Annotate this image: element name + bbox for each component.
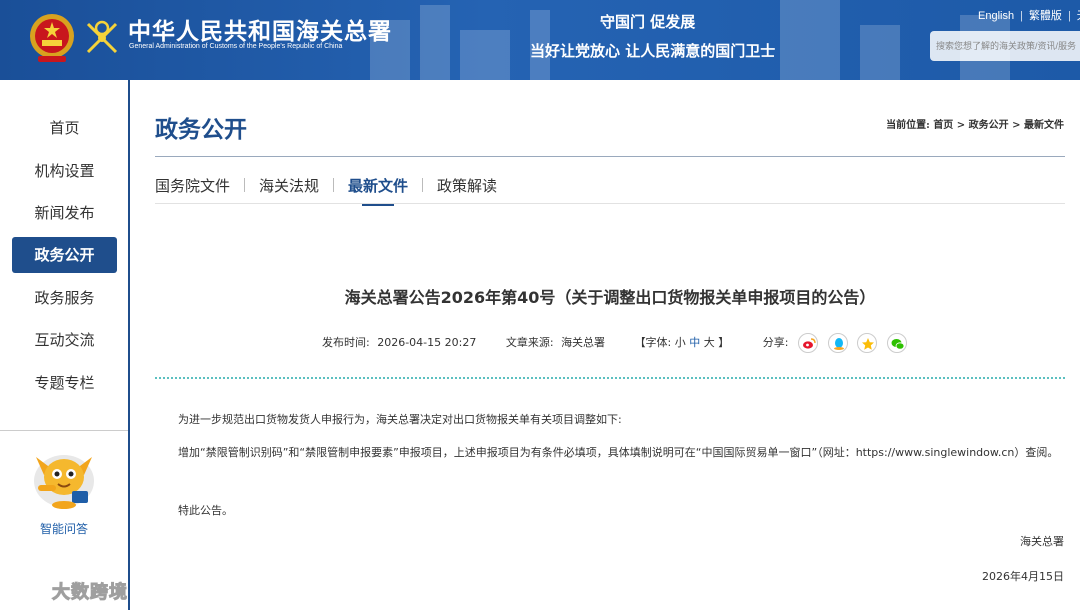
site-header: 中华人民共和国海关总署 General Administration of Cu… [0,0,1080,80]
breadcrumb-home[interactable]: 首页 [933,120,953,131]
breadcrumb: 当前位置: 首页 > 政务公开 > 最新文件 [886,116,1064,131]
page-title: 政务公开 [155,116,247,143]
tab-customs-regulations[interactable]: 海关法规 [259,175,319,196]
signature-date: 2026年4月15日 [982,570,1064,583]
watermark-logo-icon [10,581,49,599]
source: 海关总署 [561,336,606,349]
tab-policy-interpretation[interactable]: 政策解读 [437,175,497,196]
font-large-button[interactable]: 大 [704,336,715,349]
sidebar-divider [0,430,128,431]
breadcrumb-separator: > [953,120,969,131]
article-divider [155,377,1065,379]
breadcrumb-government-affairs[interactable]: 政务公开 [969,120,1009,131]
breadcrumb-prefix: 当前位置: [886,120,930,131]
breadcrumb-separator: > [1008,120,1024,131]
brand-name-en: General Administration of Customs of the… [129,43,343,50]
publish-time: 2026-04-15 20:27 [377,336,477,349]
ai-assistant-link[interactable]: 智能问答 [0,520,128,537]
site-search-input[interactable] [930,31,1080,61]
source-label: 文章来源: [505,336,554,349]
title-divider [155,156,1065,157]
sidebar-item-services[interactable]: 政务服务 [12,280,117,316]
sidebar-item-home[interactable]: 首页 [12,110,117,146]
share-label: 分享: [762,336,789,349]
font-size-control: 【字体: 小 中 大 】 [635,333,730,353]
ai-mascot-icon[interactable] [30,447,98,511]
article-meta: 发布时间: 2026-04-15 20:27 文章来源: 海关总署 【字体: 小… [322,333,907,353]
sidebar-item-government-affairs[interactable]: 政务公开 [12,237,117,273]
qzone-icon[interactable] [857,333,877,353]
tab-separator [333,178,335,192]
weibo-icon[interactable] [798,333,818,353]
slogan-line-2: 当好让党放心 让人民满意的国门卫士 [530,42,776,60]
sidebar-item-special-topics[interactable]: 专题专栏 [12,365,117,401]
separator: | [1020,10,1023,22]
signature-org: 海关总署 [1020,535,1064,548]
font-medium-button[interactable]: 中 [689,336,700,349]
sidebar-item-organization[interactable]: 机构设置 [12,153,117,189]
national-emblem-icon [30,14,74,62]
brand-name-cn: 中华人民共和国海关总署 [128,18,392,45]
sidebar-item-interaction[interactable]: 互动交流 [12,322,117,358]
tab-latest-docs[interactable]: 最新文件 [348,175,408,206]
tab-separator [422,178,424,192]
tab-state-council-docs[interactable]: 国务院文件 [155,175,230,196]
traditional-chinese-link[interactable]: 繁體版 [1029,10,1062,22]
qq-icon[interactable] [827,333,848,353]
language-switcher: English|繁體版|无 [978,7,1080,23]
article-title: 海关总署公告2026年第40号（关于调整出口货物报关单申报项目的公告） [344,288,876,307]
watermark-text: 大数跨境 [52,582,128,604]
article-paragraph-2: 增加“禁限管制识别码”和“禁限管制申报要素”申报项目，上述申报项目为有条件必填项… [178,446,1059,459]
font-size-close: 】 [718,336,730,349]
wechat-icon[interactable] [886,333,907,353]
sidebar-item-news[interactable]: 新闻发布 [12,195,117,231]
font-size-label: 【字体: [634,336,672,349]
sub-tabs: 国务院文件 海关法规 最新文件 政策解读 [155,175,497,206]
article-paragraph-3: 特此公告。 [178,504,233,517]
sidebar-nav: 首页 机构设置 新闻发布 政务公开 政务服务 互动交流 专题专栏 智能问答 [0,80,130,610]
breadcrumb-latest-docs[interactable]: 最新文件 [1024,120,1064,131]
english-link[interactable]: English [978,10,1014,22]
separator: | [1067,10,1071,22]
tabs-divider [155,203,1065,204]
article-paragraph-1: 为进一步规范出口货物发货人申报行为，海关总署决定对出口货物报关单有关项目调整如下… [178,413,622,426]
slogan-line-1: 守国门 促发展 [600,13,696,31]
customs-key-logo-icon [86,20,118,54]
font-small-button[interactable]: 小 [675,336,686,349]
tab-separator [244,178,246,192]
publish-time-label: 发布时间: [322,336,370,349]
